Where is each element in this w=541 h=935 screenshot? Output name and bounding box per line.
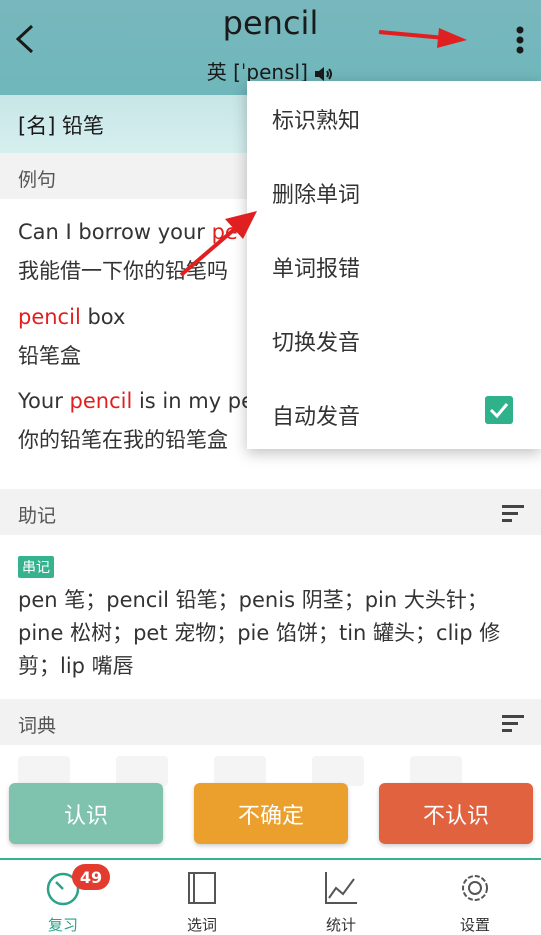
dictionary-thumbnail[interactable] [18, 756, 70, 786]
gear-icon [462, 875, 488, 901]
book-icon [188, 872, 216, 904]
menu-item-report-error[interactable]: 单词报错 [247, 229, 541, 303]
tab-review-label: 复习 [47, 916, 78, 934]
tab-settings-label: 设置 [459, 916, 490, 934]
example-3-zh: 你的铅笔在我的铅笔盒 [18, 428, 228, 452]
menu-item-delete-word[interactable]: 删除单词 [247, 155, 541, 229]
mnemonic-text: pen 笔；pencil 铅笔；penis 阴茎；pin 大头针；pine 松树… [18, 588, 501, 678]
mnemonic-section-title: 助记 [18, 505, 57, 527]
speaker-icon[interactable] [314, 66, 334, 82]
sort-icon[interactable] [502, 504, 524, 522]
tab-select-words-label: 选词 [186, 916, 217, 934]
menu-item-mark-known[interactable]: 标识熟知 [247, 81, 541, 155]
unknown-button[interactable]: 不认识 [379, 783, 533, 844]
options-menu: 标识熟知 删除单词 单词报错 切换发音 自动发音 [247, 81, 541, 449]
chart-icon [325, 872, 357, 904]
dictionary-thumbnail[interactable] [116, 756, 168, 786]
phonetic-region: 英 [206, 60, 227, 84]
dictionary-thumbnail[interactable] [214, 756, 266, 786]
example-2-zh: 铅笔盒 [18, 344, 81, 368]
red-arrow-annotation [378, 28, 467, 48]
tab-stats[interactable]: 统计 [286, 860, 396, 934]
example-2-en: pencil box [18, 305, 126, 329]
tab-select-words[interactable]: 选词 [147, 860, 257, 934]
example-3-en: Your pencil is in my pe [18, 389, 255, 413]
red-arrow-annotation [179, 211, 257, 277]
examples-section-title: 例句 [18, 169, 57, 191]
tab-stats-label: 统计 [325, 916, 356, 934]
menu-item-auto-pronounce[interactable]: 自动发音 [247, 377, 541, 451]
dictionary-section-header [0, 699, 541, 745]
more-options-icon[interactable] [506, 24, 534, 58]
menu-item-switch-pronunciation[interactable]: 切换发音 [247, 303, 541, 377]
know-button[interactable]: 认识 [9, 783, 163, 844]
review-count-badge: 49 [72, 864, 110, 890]
checkbox-checked-icon[interactable] [485, 396, 513, 424]
mnemonic-section-header [0, 489, 541, 535]
tab-settings[interactable]: 设置 [420, 860, 530, 934]
mnemonic-tag: 串记 [18, 556, 54, 578]
sort-icon[interactable] [502, 714, 524, 732]
dictionary-thumbnail[interactable] [312, 756, 364, 786]
definition: [名] 铅笔 [18, 114, 105, 138]
unsure-button[interactable]: 不确定 [194, 783, 348, 844]
dictionary-section-title: 词典 [18, 715, 57, 737]
dictionary-thumbnail[interactable] [410, 756, 462, 786]
